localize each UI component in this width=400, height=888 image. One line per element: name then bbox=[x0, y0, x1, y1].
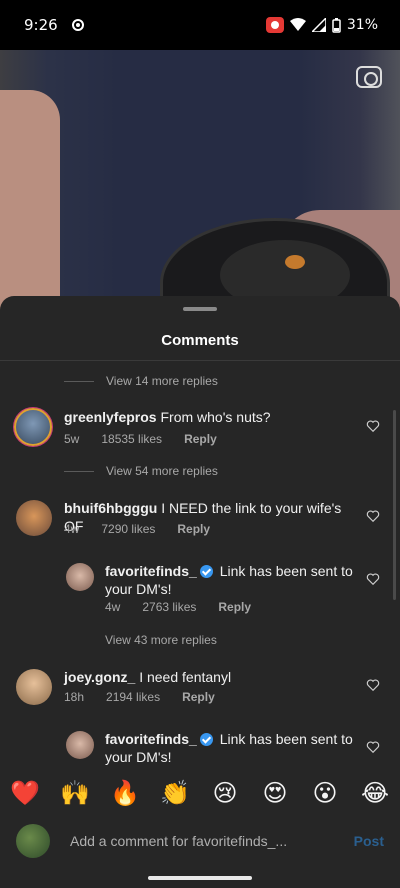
emoji-heart-eyes[interactable]: 😍 bbox=[257, 779, 293, 807]
reply-button[interactable]: Reply bbox=[218, 600, 251, 614]
avatar[interactable] bbox=[16, 669, 52, 705]
comment-composer: Post bbox=[0, 818, 400, 864]
signal-icon bbox=[311, 18, 326, 32]
comment-username[interactable]: favoritefinds_ bbox=[105, 563, 197, 579]
comment-age: 5w bbox=[64, 432, 80, 446]
comment-age: 4w bbox=[64, 522, 80, 536]
view-more-label: View 54 more replies bbox=[106, 464, 218, 478]
reply-button[interactable]: Reply bbox=[177, 522, 210, 536]
heart-icon[interactable] bbox=[366, 678, 380, 692]
post-button[interactable]: Post bbox=[354, 833, 384, 849]
emoji-crying[interactable]: 😢 bbox=[207, 779, 243, 807]
sheet-title: Comments bbox=[161, 332, 239, 349]
emoji-laughing[interactable]: 😂 bbox=[357, 779, 393, 807]
drag-handle[interactable] bbox=[183, 307, 217, 311]
emoji-surprised[interactable]: 😮 bbox=[307, 779, 343, 807]
status-time: 9:26 bbox=[24, 16, 58, 34]
comment-input[interactable] bbox=[70, 833, 354, 849]
comment-body: From who's nuts? bbox=[160, 409, 271, 425]
screen-record-icon bbox=[265, 17, 284, 33]
wifi-icon bbox=[289, 18, 306, 31]
avatar[interactable] bbox=[66, 563, 94, 591]
status-icons: 31% bbox=[265, 17, 378, 33]
heart-icon[interactable] bbox=[366, 740, 380, 754]
video-frame-arm bbox=[0, 90, 60, 310]
avatar[interactable] bbox=[16, 500, 52, 536]
notification-icon bbox=[71, 19, 84, 31]
video-frame-device-light bbox=[285, 255, 305, 269]
comment-likes[interactable]: 18535 likes bbox=[101, 432, 162, 446]
comment-username[interactable]: joey.gonz_ bbox=[64, 669, 135, 685]
battery-percent: 31% bbox=[346, 17, 378, 33]
emoji-clapping[interactable]: 👏 bbox=[157, 779, 193, 807]
scrollbar[interactable] bbox=[393, 410, 396, 600]
avatar[interactable] bbox=[14, 408, 52, 446]
comment-text: greenlyfepros From who's nuts? bbox=[64, 408, 354, 426]
divider bbox=[0, 360, 400, 361]
status-bar: 9:26 31% bbox=[0, 0, 400, 50]
emoji-quick-bar: ❤️ 🙌 🔥 👏 😢 😍 😮 😂 bbox=[0, 776, 400, 810]
comment-username[interactable]: favoritefinds_ bbox=[105, 731, 197, 747]
view-more-replies[interactable]: View 14 more replies bbox=[64, 374, 218, 388]
reply-button[interactable]: Reply bbox=[182, 690, 215, 704]
comment-meta: 5w 18535 likes Reply bbox=[64, 432, 239, 446]
reply-text: favoritefinds_ Link has been sent to you… bbox=[105, 730, 355, 766]
comment-text: joey.gonz_ I need fentanyl bbox=[64, 668, 354, 686]
comment-likes[interactable]: 2194 likes bbox=[106, 690, 160, 704]
emoji-raising-hands[interactable]: 🙌 bbox=[57, 779, 93, 807]
heart-icon[interactable] bbox=[366, 509, 380, 523]
heart-icon[interactable] bbox=[366, 572, 380, 586]
verified-badge-icon bbox=[199, 733, 213, 746]
comment-username[interactable]: greenlyfepros bbox=[64, 409, 157, 425]
battery-icon bbox=[332, 17, 341, 33]
view-more-label: View 43 more replies bbox=[105, 633, 217, 647]
avatar[interactable] bbox=[66, 731, 94, 759]
emoji-red-heart[interactable]: ❤️ bbox=[7, 779, 43, 807]
comment-body: I need fentanyl bbox=[139, 669, 232, 685]
camera-icon[interactable] bbox=[356, 66, 382, 88]
reply-text: favoritefinds_ Link has been sent to you… bbox=[105, 562, 355, 598]
comment-likes[interactable]: 7290 likes bbox=[101, 522, 155, 536]
emoji-fire[interactable]: 🔥 bbox=[107, 779, 143, 807]
home-gesture-pill[interactable] bbox=[148, 876, 252, 880]
view-more-replies[interactable]: View 43 more replies bbox=[105, 633, 217, 647]
comment-meta: 18h 2194 likes Reply bbox=[64, 690, 237, 704]
current-user-avatar bbox=[16, 824, 50, 858]
video-player[interactable] bbox=[0, 50, 400, 310]
comment-meta: 4w 7290 likes Reply bbox=[64, 522, 232, 536]
heart-icon[interactable] bbox=[366, 419, 380, 433]
comment-age: 4w bbox=[105, 600, 121, 614]
comment-username[interactable]: bhuif6hbgggu bbox=[64, 500, 157, 516]
comment-likes[interactable]: 2763 likes bbox=[142, 600, 196, 614]
comment-age: 18h bbox=[64, 690, 85, 704]
verified-badge-icon bbox=[199, 565, 213, 578]
reply-button[interactable]: Reply bbox=[184, 432, 217, 446]
view-more-replies[interactable]: View 54 more replies bbox=[64, 464, 218, 478]
system-nav-bar bbox=[0, 864, 400, 888]
view-more-label: View 14 more replies bbox=[106, 374, 218, 388]
comment-meta: 4w 2763 likes Reply bbox=[105, 600, 273, 614]
